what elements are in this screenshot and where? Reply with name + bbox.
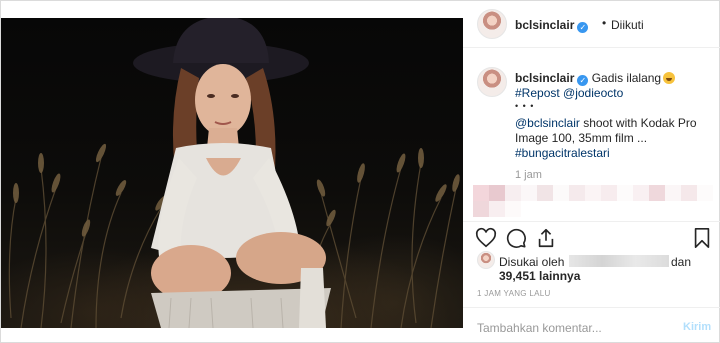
post-timestamp[interactable]: 1 JAM YANG LALU [477,289,551,298]
header-separator: • [602,16,607,30]
header-divider [463,47,720,48]
photo-scene [8,18,460,328]
caption-time[interactable]: 1 jam [515,169,542,181]
likes-suffix: dan [671,255,692,269]
blurred-comments [473,185,720,217]
likes-prefix: Disukai oleh [499,255,565,269]
header-avatar[interactable] [477,9,507,39]
bookmark-icon[interactable] [691,227,713,249]
comment-input[interactable]: Tambahkan komentar... [477,321,602,335]
caption-avatar[interactable] [477,67,507,97]
caption-first-line: bclsinclair ✓ Gadis ilalang [515,71,676,86]
comment-divider [463,307,720,308]
likes-count[interactable]: 39,451 lainnya [499,269,580,283]
caption-username[interactable]: bclsinclair [515,71,574,85]
comment-icon[interactable] [505,227,527,249]
caption-line-3: Image 100, 35mm film ... [515,131,648,145]
liker-name-blurred [569,255,669,267]
share-icon[interactable] [535,227,557,249]
hat-crown [173,18,269,63]
follow-status-button[interactable]: Diikuti [611,18,644,32]
post-photo[interactable] [1,18,463,328]
liker-avatar[interactable] [477,251,495,269]
caption-line-2-text: shoot with Kodak Pro [579,116,697,130]
instagram-post: bclsinclair ✓ • Diikuti bclsinclair ✓ Gadi… [0,0,720,343]
header-username-row: bclsinclair ✓ [515,18,589,33]
caption-mention[interactable]: @bclsinclair [515,116,580,130]
header-username[interactable]: bclsinclair [515,18,574,32]
verified-badge-icon: ✓ [577,75,589,86]
verified-badge-icon: ✓ [577,22,589,33]
post-sidebar: bclsinclair ✓ • Diikuti bclsinclair ✓ Gadi… [463,1,720,343]
heart-icon[interactable] [475,227,497,249]
face [195,64,251,136]
send-comment-button[interactable]: Kirim [683,321,711,333]
comments-divider [463,221,720,222]
caption-line-2: @bclsinclair shoot with Kodak Pro [515,116,697,131]
caption-dots: • • • [515,101,535,111]
caption-hashtag[interactable]: #bungacitralestari [515,146,610,161]
laughing-emoji-icon [663,72,676,84]
caption-text: Gadis ilalang [591,71,662,85]
